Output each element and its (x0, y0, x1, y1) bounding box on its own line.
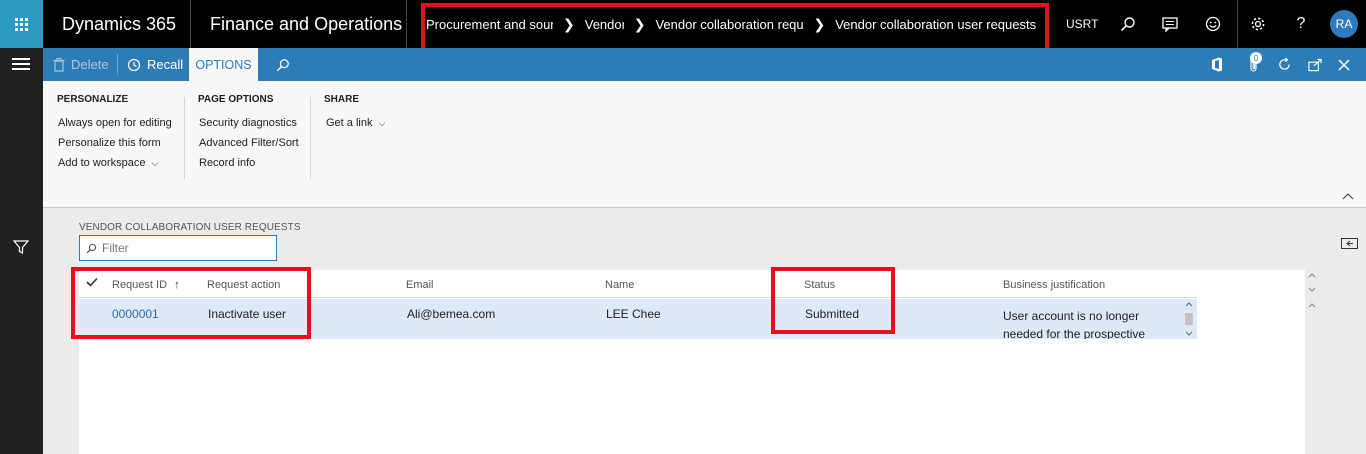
divider (117, 54, 118, 75)
trash-icon (53, 57, 65, 72)
column-header-request-action[interactable]: Request action (207, 279, 280, 291)
status-cell[interactable]: Submitted (805, 307, 859, 321)
always-open-for-editing-button[interactable]: Always open for editing (58, 117, 172, 129)
recall-icon (127, 58, 141, 71)
breadcrumb: Procurement and sourcing ❯ Vendors ❯ Ven… (426, 0, 1036, 48)
brand-title[interactable]: Dynamics 365 (43, 0, 191, 48)
search-icon[interactable] (1110, 0, 1146, 48)
personalize-this-form-button[interactable]: Personalize this form (58, 137, 161, 149)
related-info-pane-icon[interactable] (1341, 238, 1358, 249)
left-navigation (0, 48, 43, 454)
get-a-link-button[interactable]: Get a link ⌵ (326, 117, 385, 129)
breadcrumb-item-vendor-collaboration-requests[interactable]: Vendor collaboration requests (655, 17, 803, 32)
column-header-request-id[interactable]: Request ID ↑ (112, 279, 180, 291)
app-title[interactable]: Finance and Operations (191, 0, 407, 48)
smiley-icon[interactable] (1195, 0, 1231, 48)
section-title: VENDOR COLLABORATION USER REQUESTS (79, 222, 301, 233)
divider (310, 97, 311, 179)
tab-options[interactable]: OPTIONS (189, 48, 258, 81)
share-group-title: SHARE (324, 94, 360, 105)
chevron-right-icon: ❯ (563, 15, 575, 32)
feedback-icon[interactable] (1152, 0, 1188, 48)
email-cell[interactable]: Ali@bemea.com (407, 307, 495, 321)
request-id-link[interactable]: 0000001 (112, 307, 159, 321)
add-to-workspace-button[interactable]: Add to workspace ⌵ (58, 157, 158, 169)
chevron-right-icon: ❯ (813, 15, 826, 32)
breadcrumb-item-user-requests[interactable]: Vendor collaboration user requests (835, 17, 1036, 32)
delete-button[interactable]: Delete (53, 48, 109, 81)
collapse-ribbon-icon[interactable] (1342, 191, 1354, 203)
name-cell[interactable]: LEE Chee (606, 307, 661, 321)
column-header-status[interactable]: Status (804, 279, 835, 291)
column-header-email[interactable]: Email (406, 279, 434, 291)
column-header-business-justification[interactable]: Business justification (1003, 279, 1105, 291)
grid-header: Request ID ↑ Request action Email Name S… (79, 270, 1197, 298)
table-row[interactable]: 0000001 Inactivate user Ali@bemea.com LE… (79, 299, 1197, 339)
record-info-button[interactable]: Record info (199, 157, 255, 169)
cell-scrollbar[interactable] (1183, 301, 1195, 337)
action-pane: Delete Recall OPTIONS (43, 48, 1366, 81)
gear-icon[interactable] (1240, 0, 1276, 48)
chevron-down-icon: ⌵ (378, 118, 386, 128)
search-icon (86, 243, 97, 253)
options-ribbon: PERSONALIZE Always open for editing Pers… (43, 81, 1366, 208)
divider (1237, 0, 1238, 48)
chevron-right-icon: ❯ (633, 15, 646, 32)
attachments-count-badge: 0 (1250, 52, 1262, 64)
delete-label: Delete (71, 57, 109, 72)
advanced-filter-sort-button[interactable]: Advanced Filter/Sort (199, 137, 299, 149)
add-to-workspace-label: Add to workspace (58, 157, 146, 169)
divider (184, 97, 185, 179)
get-a-link-label: Get a link (326, 117, 373, 129)
hamburger-menu-icon[interactable] (12, 58, 30, 73)
recall-label: Recall (147, 57, 184, 72)
filter-input[interactable] (102, 241, 272, 255)
avatar[interactable]: RA (1330, 10, 1358, 38)
breadcrumb-item-vendors[interactable]: Vendors (585, 17, 624, 32)
requests-grid: Request ID ↑ Request action Email Name S… (79, 270, 1305, 454)
breadcrumb-item-procurement[interactable]: Procurement and sourcing (426, 17, 553, 32)
filter-box[interactable] (79, 235, 277, 261)
personalize-group-title: PERSONALIZE (57, 94, 129, 105)
filter-funnel-icon[interactable] (12, 240, 30, 254)
open-new-window-icon[interactable] (1301, 48, 1329, 81)
request-action-cell[interactable]: Inactivate user (208, 307, 286, 321)
business-justification-cell[interactable]: User account is no longer needed for the… (1003, 307, 1178, 339)
close-icon[interactable] (1330, 48, 1358, 81)
company-picker[interactable]: USRT (1066, 0, 1098, 48)
refresh-icon[interactable] (1270, 48, 1298, 81)
column-header-label: Request ID (112, 279, 168, 291)
waffle-icon[interactable] (0, 0, 43, 48)
search-icon[interactable] (269, 48, 297, 81)
help-icon[interactable]: ? (1283, 0, 1319, 48)
sort-ascending-icon: ↑ (174, 279, 180, 291)
page-options-group-title: PAGE OPTIONS (198, 94, 274, 105)
content-area: VENDOR COLLABORATION USER REQUESTS Reque… (43, 208, 1366, 454)
security-diagnostics-button[interactable]: Security diagnostics (199, 117, 297, 129)
chevron-down-icon: ⌵ (151, 158, 159, 168)
grid-scrollbar[interactable] (1307, 270, 1317, 310)
office-icon[interactable] (1203, 48, 1231, 81)
select-all-checkmark-icon[interactable] (86, 277, 98, 290)
recall-button[interactable]: Recall (127, 48, 183, 81)
column-header-name[interactable]: Name (605, 279, 634, 291)
